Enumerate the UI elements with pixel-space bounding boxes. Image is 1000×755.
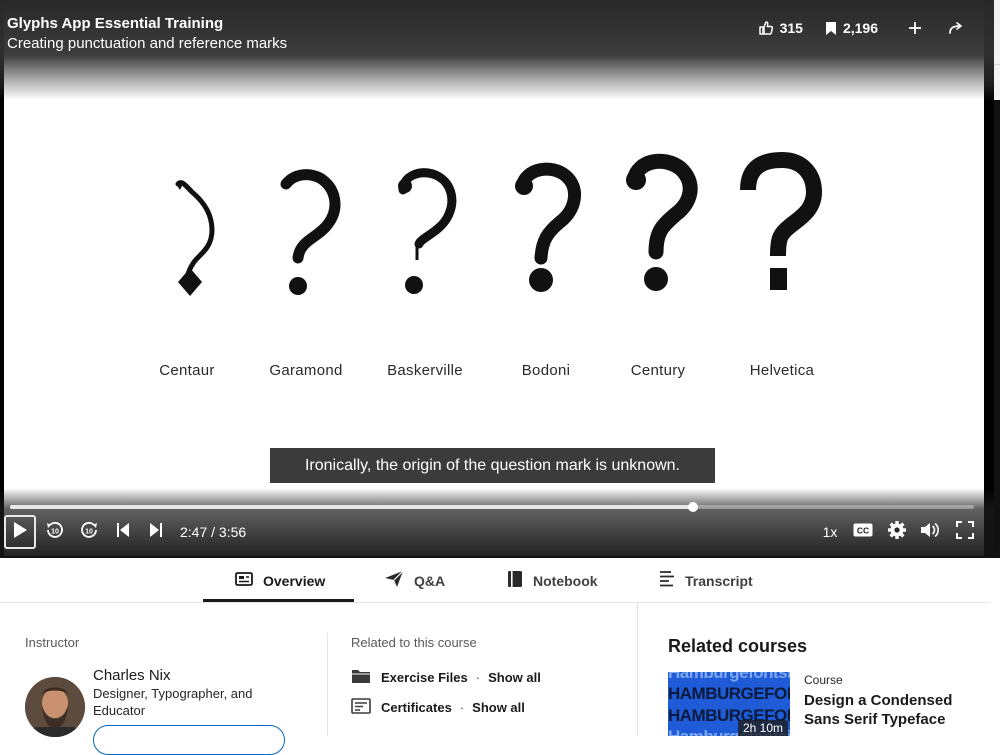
svg-text:10: 10 bbox=[85, 528, 93, 535]
tab-label: Overview bbox=[263, 572, 326, 589]
certificate-icon bbox=[351, 698, 371, 717]
settings-button[interactable] bbox=[885, 514, 909, 550]
plus-icon bbox=[908, 21, 922, 35]
svg-text:10: 10 bbox=[51, 528, 59, 535]
certificates-show-all[interactable]: Show all bbox=[472, 700, 525, 715]
page-edge-shadow bbox=[994, 100, 1000, 558]
instructor-section-label: Instructor bbox=[25, 635, 80, 650]
thumbs-up-icon bbox=[758, 20, 774, 36]
specimen-century bbox=[626, 153, 698, 291]
fullscreen-button[interactable] bbox=[953, 514, 977, 550]
specimen-label: Garamond bbox=[269, 362, 343, 379]
specimen-label: Century bbox=[630, 362, 686, 379]
next-button[interactable] bbox=[145, 514, 167, 550]
video-player[interactable]: Centaur Garamond Baskerville Bodoni Cent… bbox=[0, 0, 994, 558]
bookmark-icon bbox=[825, 21, 837, 36]
tab-overview[interactable]: Overview bbox=[235, 558, 325, 603]
caption-box: Ironically, the origin of the question m… bbox=[270, 448, 715, 483]
volume-icon bbox=[920, 521, 942, 544]
related-courses-title: Related courses bbox=[668, 636, 808, 656]
tab-label: Notebook bbox=[533, 572, 598, 589]
specimen-baskerville bbox=[398, 168, 457, 294]
like-button[interactable]: 315 bbox=[758, 20, 803, 36]
overview-icon bbox=[235, 572, 253, 589]
related-course-title[interactable]: Design a Condensed Sans Serif Typeface bbox=[804, 691, 984, 729]
skip-next-icon bbox=[149, 522, 163, 543]
specimen-bodoni bbox=[515, 162, 581, 292]
specimen-label: Bodoni bbox=[521, 362, 571, 379]
related-resources-label: Related to this course bbox=[351, 635, 477, 650]
certificates-label: Certificates bbox=[381, 700, 452, 715]
save-count: 2,196 bbox=[842, 20, 878, 36]
progress-bar[interactable] bbox=[10, 502, 974, 512]
add-button[interactable] bbox=[908, 21, 922, 35]
fullscreen-icon bbox=[956, 520, 974, 544]
thumbnail-text: HAMBURGEFONTSIV bbox=[668, 684, 790, 703]
paper-plane-icon bbox=[384, 570, 404, 591]
exercise-files-row[interactable]: Exercise Files · Show all bbox=[351, 668, 541, 687]
tab-qa[interactable]: Q&A bbox=[384, 558, 445, 603]
avatar[interactable] bbox=[25, 677, 85, 737]
tab-label: Transcript bbox=[685, 572, 753, 589]
tab-transcript[interactable]: Transcript bbox=[659, 558, 753, 603]
closed-captions-icon: CC bbox=[853, 523, 873, 542]
lesson-title: Creating punctuation and reference marks bbox=[7, 35, 288, 52]
specimen-label: Helvetica bbox=[749, 362, 815, 379]
rewind-10-button[interactable]: 10 bbox=[42, 514, 68, 550]
player-controls: 10 10 2:47 / 3:56 1x CC bbox=[0, 514, 994, 550]
thumbnail-text: Hamburgefontsiv bbox=[668, 672, 790, 682]
specimen-garamond bbox=[280, 169, 341, 295]
separator: · bbox=[475, 670, 481, 685]
course-duration-badge: 2h 10m bbox=[737, 720, 788, 736]
skip-previous-icon bbox=[116, 522, 130, 543]
svg-text:CC: CC bbox=[857, 525, 869, 535]
captions-button[interactable]: CC bbox=[851, 514, 875, 550]
column-divider bbox=[327, 633, 328, 736]
progress-handle[interactable] bbox=[687, 502, 698, 512]
caption-text: Ironically, the origin of the question m… bbox=[304, 456, 680, 474]
page-edge-divider bbox=[994, 64, 1000, 65]
tab-notebook[interactable]: Notebook bbox=[507, 558, 598, 603]
transcript-icon bbox=[659, 570, 675, 591]
rewind-10-icon: 10 bbox=[45, 520, 65, 545]
specimen-label: Baskerville bbox=[387, 362, 463, 379]
exercise-files-label: Exercise Files bbox=[381, 670, 468, 685]
certificates-row[interactable]: Certificates · Show all bbox=[351, 698, 525, 717]
gear-icon bbox=[887, 520, 907, 545]
play-button[interactable] bbox=[4, 515, 36, 549]
share-button[interactable] bbox=[948, 21, 964, 35]
specimen-centaur bbox=[175, 180, 215, 296]
progress-fill bbox=[10, 505, 693, 509]
separator: · bbox=[459, 700, 465, 715]
active-tab-indicator bbox=[203, 599, 354, 602]
notebook-icon bbox=[507, 570, 523, 591]
specimen-helvetica bbox=[740, 151, 823, 290]
follow-instructor-button[interactable] bbox=[93, 725, 285, 755]
video-actions: 315 2,196 bbox=[736, 20, 964, 36]
time-display: 2:47 / 3:56 bbox=[180, 524, 247, 540]
volume-button[interactable] bbox=[919, 514, 943, 550]
course-title: Glyphs App Essential Training bbox=[7, 15, 224, 32]
question-mark-specimens bbox=[175, 151, 823, 296]
course-type-label: Course bbox=[804, 673, 843, 687]
course-thumbnail[interactable]: Hamburgefontsiv HAMBURGEFONTSIV HAMBURGE… bbox=[668, 672, 790, 736]
course-tabs: Overview Q&A Notebook Transcript bbox=[0, 558, 990, 603]
exercise-files-show-all[interactable]: Show all bbox=[488, 670, 541, 685]
like-count: 315 bbox=[779, 20, 803, 36]
folder-icon bbox=[351, 668, 371, 687]
instructor-name[interactable]: Charles Nix bbox=[93, 667, 171, 684]
specimen-label: Centaur bbox=[159, 362, 215, 379]
column-divider bbox=[637, 603, 638, 736]
previous-button[interactable] bbox=[112, 514, 134, 550]
tab-label: Q&A bbox=[414, 572, 446, 589]
instructor-role: Designer, Typographer, and Educator bbox=[93, 686, 253, 718]
save-button[interactable]: 2,196 bbox=[825, 20, 878, 36]
share-arrow-icon bbox=[948, 21, 964, 35]
forward-10-button[interactable]: 10 bbox=[76, 514, 102, 550]
play-icon bbox=[12, 521, 28, 544]
specimen-labels: Centaur Garamond Baskerville Bodoni Cent… bbox=[0, 362, 994, 382]
playback-speed-button[interactable]: 1x bbox=[820, 514, 840, 550]
forward-10-icon: 10 bbox=[79, 520, 99, 545]
